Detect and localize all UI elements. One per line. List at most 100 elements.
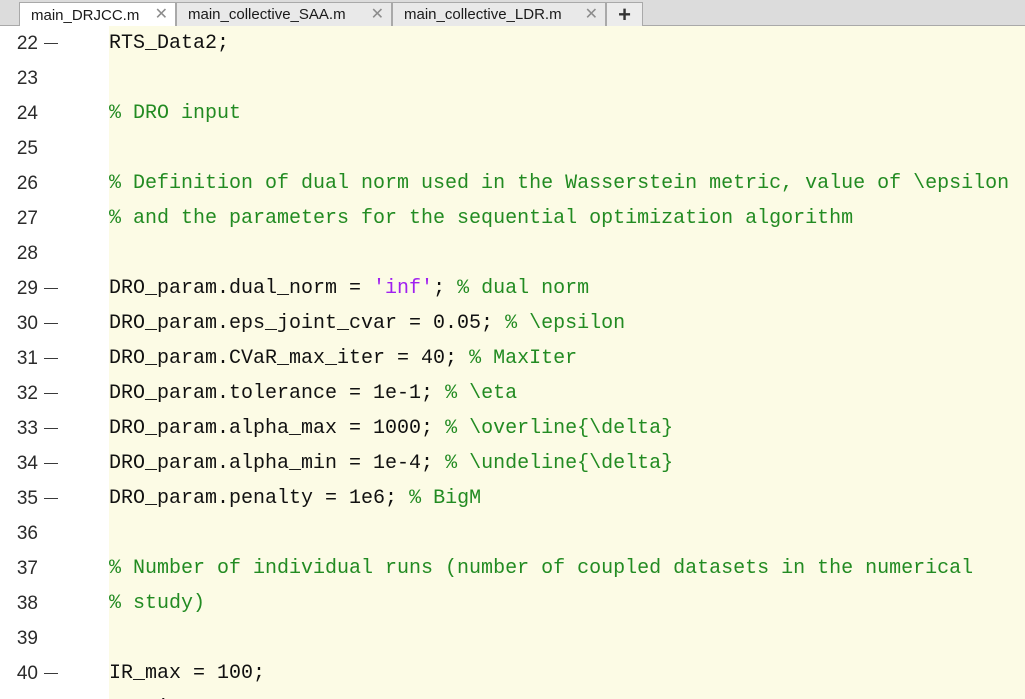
code-line[interactable]: 22 RTS_Data2; — [0, 26, 1025, 61]
add-tab-button[interactable]: + — [606, 2, 643, 26]
line-number: 35 — [16, 488, 38, 509]
tab-main-collective-saa[interactable]: main_collective_SAA.m ✕ — [176, 2, 392, 26]
code-text: % Number of individual runs (number of c… — [109, 551, 973, 586]
code-text: DRO_param.CVaR_max_iter = 40; % MaxIter — [109, 341, 577, 376]
breakpoint-marker[interactable] — [44, 43, 58, 44]
tab-main-drjcc[interactable]: main_DRJCC.m ✕ — [19, 2, 176, 27]
breakpoint-marker[interactable] — [44, 498, 58, 499]
code-line[interactable]: 25 — [0, 131, 1025, 166]
code-line[interactable]: 26 % Definition of dual norm used in the … — [0, 166, 1025, 201]
code-text: IR_sim = 100; — [109, 691, 265, 699]
code-text: IR_max = 100; — [109, 656, 265, 691]
code-token: IR_max = 100; — [109, 662, 266, 685]
breakpoint-marker[interactable] — [44, 463, 58, 464]
line-number: 29 — [16, 278, 38, 299]
line-number: 27 — [16, 208, 38, 229]
line-number: 28 — [16, 243, 38, 264]
comment-text: % study) — [109, 592, 206, 615]
line-number: 23 — [16, 68, 38, 89]
comment-text: % dual norm — [457, 277, 590, 300]
line-number: 22 — [16, 33, 38, 54]
close-icon[interactable]: ✕ — [155, 6, 168, 24]
line-number: 38 — [16, 593, 38, 614]
code-line[interactable]: 32 DRO_param.tolerance = 1e-1; % \eta — [0, 376, 1025, 411]
code-line[interactable]: 23 — [0, 61, 1025, 96]
code-line[interactable]: 36 — [0, 516, 1025, 551]
comment-text: % Number of individual runs (number of c… — [109, 557, 974, 580]
code-line[interactable]: 24 % DRO input — [0, 96, 1025, 131]
comment-text: % \eta — [445, 382, 518, 405]
tab-label: main_collective_LDR.m — [404, 6, 562, 23]
code-line[interactable]: 37 % Number of individual runs (number of… — [0, 551, 1025, 586]
comment-text: % and the parameters for the sequential … — [109, 207, 854, 230]
code-text: DRO_param.dual_norm = 'inf'; % dual norm — [109, 271, 589, 306]
code-line[interactable]: 40 IR_max = 100; — [0, 656, 1025, 691]
breakpoint-marker[interactable] — [44, 673, 58, 674]
code-line[interactable]: 35 DRO_param.penalty = 1e6; % BigM — [0, 481, 1025, 516]
code-line[interactable]: 29 DRO_param.dual_norm = 'inf'; % dual no… — [0, 271, 1025, 306]
line-number: 24 — [16, 103, 38, 124]
code-text: DRO_param.eps_joint_cvar = 0.05; % \epsi… — [109, 306, 625, 341]
code-token: DRO_param.alpha_max = 1000; — [109, 417, 446, 440]
code-token: DRO_param.CVaR_max_iter = 40; — [109, 347, 470, 370]
code-text: % study) — [109, 586, 205, 621]
line-number: 36 — [16, 523, 38, 544]
code-line[interactable]: 27 % and the parameters for the sequentia… — [0, 201, 1025, 236]
line-number: 34 — [16, 453, 38, 474]
code-token: ; — [433, 277, 458, 300]
code-line[interactable]: 34 DRO_param.alpha_min = 1e-4; % \undelin… — [0, 446, 1025, 481]
code-text: % and the parameters for the sequential … — [109, 201, 853, 236]
code-text: DRO_param.penalty = 1e6; % BigM — [109, 481, 481, 516]
breakpoint-marker[interactable] — [44, 323, 58, 324]
code-token: DRO_param.alpha_min = 1e-4; — [109, 452, 446, 475]
code-line[interactable]: 31 DRO_param.CVaR_max_iter = 40; % MaxIte… — [0, 341, 1025, 376]
line-number: 32 — [16, 383, 38, 404]
code-line[interactable]: 41 IR_sim = 100; — [0, 691, 1025, 699]
comment-text: % Definition of dual norm used in the Wa… — [109, 172, 1010, 195]
line-number: 39 — [16, 628, 38, 649]
line-number: 41 — [0, 691, 38, 699]
code-line[interactable]: 28 — [0, 236, 1025, 271]
breakpoint-marker[interactable] — [44, 358, 58, 359]
comment-text: % DRO input — [109, 102, 242, 125]
plus-icon: + — [618, 1, 631, 27]
code-token: DRO_param.penalty = 1e6; — [109, 487, 410, 510]
line-number: 30 — [16, 313, 38, 334]
code-token: DRO_param.tolerance = 1e-1; — [109, 382, 446, 405]
line-number: 37 — [16, 558, 38, 579]
code-token: RTS_Data2; — [109, 32, 230, 55]
code-text: % Definition of dual norm used in the Wa… — [109, 166, 1009, 201]
code-token: DRO_param.eps_joint_cvar = 0.05; — [109, 312, 506, 335]
tab-label: main_DRJCC.m — [31, 6, 140, 24]
breakpoint-marker[interactable] — [44, 393, 58, 394]
string-literal: 'inf' — [373, 277, 434, 300]
line-number: 31 — [16, 348, 38, 369]
breakpoint-marker[interactable] — [44, 428, 58, 429]
line-number: 25 — [16, 138, 38, 159]
line-number: 26 — [16, 173, 38, 194]
comment-text: % \epsilon — [505, 312, 626, 335]
line-number: 33 — [16, 418, 38, 439]
tab-label: main_collective_SAA.m — [188, 6, 346, 23]
code-text: % DRO input — [109, 96, 241, 131]
code-token: DRO_param.dual_norm = — [109, 277, 374, 300]
close-icon[interactable]: ✕ — [371, 6, 384, 24]
close-icon[interactable]: ✕ — [585, 6, 598, 24]
editor-tab-bar: main_DRJCC.m ✕ main_collective_SAA.m ✕ m… — [0, 0, 1025, 27]
line-number: 40 — [16, 663, 38, 684]
comment-text: % BigM — [409, 487, 482, 510]
code-line[interactable]: 38 % study) — [0, 586, 1025, 621]
code-line[interactable]: 39 — [0, 621, 1025, 656]
code-text: RTS_Data2; — [109, 26, 229, 61]
code-editor[interactable]: 22 RTS_Data2; 23 24 % DRO input 25 26 % Definit… — [0, 26, 1025, 699]
code-text: DRO_param.alpha_min = 1e-4; % \undeline{… — [109, 446, 673, 481]
comment-text: % \undeline{\delta} — [445, 452, 674, 475]
comment-text: % MaxIter — [469, 347, 578, 370]
breakpoint-marker[interactable] — [44, 288, 58, 289]
code-line[interactable]: 30 DRO_param.eps_joint_cvar = 0.05; % \ep… — [0, 306, 1025, 341]
comment-text: % \overline{\delta} — [445, 417, 674, 440]
code-text: DRO_param.tolerance = 1e-1; % \eta — [109, 376, 517, 411]
code-text: DRO_param.alpha_max = 1000; % \overline{… — [109, 411, 673, 446]
code-line[interactable]: 33 DRO_param.alpha_max = 1000; % \overlin… — [0, 411, 1025, 446]
tab-main-collective-ldr[interactable]: main_collective_LDR.m ✕ — [392, 2, 606, 26]
